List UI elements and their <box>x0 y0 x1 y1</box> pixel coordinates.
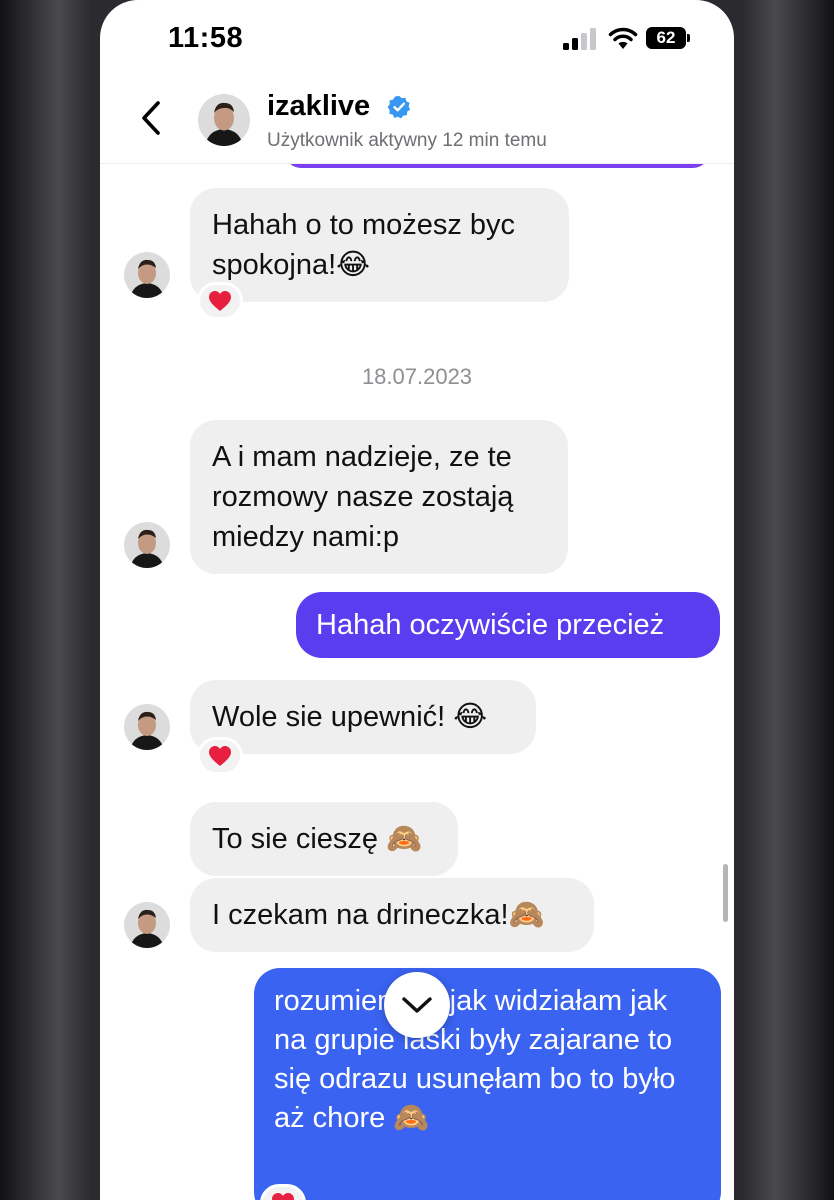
battery-cap <box>687 34 690 42</box>
wifi-icon <box>608 27 638 49</box>
phone-screen: 11:58 62 izaklive Użytkownik aktywny 12 … <box>100 0 734 1200</box>
cellular-signal-icon <box>563 28 596 50</box>
incoming-message[interactable]: I czekam na drineczka!🙈 <box>190 878 594 952</box>
incoming-message[interactable]: A i mam nadzieje, ze te rozmowy nasze zo… <box>190 420 568 574</box>
message-thread[interactable]: Hahah o to możesz byc spokojna!😂 18.07.2… <box>100 164 734 1200</box>
outgoing-message[interactable]: rozumiem bo jak widziałam jak na grupie … <box>254 968 721 1200</box>
heart-icon <box>209 746 231 766</box>
status-bar: 11:58 62 <box>100 0 734 80</box>
chevron-down-icon <box>402 997 432 1013</box>
user-activity-status: Użytkownik aktywny 12 min temu <box>267 130 547 151</box>
chevron-left-icon[interactable] <box>136 98 164 138</box>
scrollbar[interactable] <box>723 864 728 922</box>
heart-reaction[interactable] <box>197 737 243 775</box>
incoming-message[interactable]: Wole sie upewnić! 😂 <box>190 680 536 754</box>
chat-username[interactable]: izaklive <box>267 90 370 123</box>
outgoing-message[interactable]: Hahah oczywiście przecież <box>296 592 720 658</box>
avatar[interactable] <box>124 522 170 568</box>
avatar[interactable] <box>124 252 170 298</box>
battery-level: 62 <box>646 27 686 49</box>
incoming-message[interactable]: Hahah o to możesz byc spokojna!😂 <box>190 188 569 302</box>
chat-header: izaklive Użytkownik aktywny 12 min temu <box>100 80 734 164</box>
avatar[interactable] <box>124 704 170 750</box>
avatar[interactable] <box>198 94 250 146</box>
scroll-to-bottom-button[interactable] <box>384 972 450 1038</box>
incoming-message[interactable]: To sie cieszę 🙈 <box>190 802 458 876</box>
heart-icon <box>209 291 231 311</box>
date-separator: 18.07.2023 <box>361 364 473 389</box>
verified-badge-icon <box>387 95 411 119</box>
avatar[interactable] <box>124 902 170 948</box>
battery-icon: 62 <box>646 27 690 49</box>
heart-icon <box>272 1193 294 1200</box>
status-time: 11:58 <box>168 22 244 54</box>
heart-reaction[interactable] <box>197 282 243 320</box>
